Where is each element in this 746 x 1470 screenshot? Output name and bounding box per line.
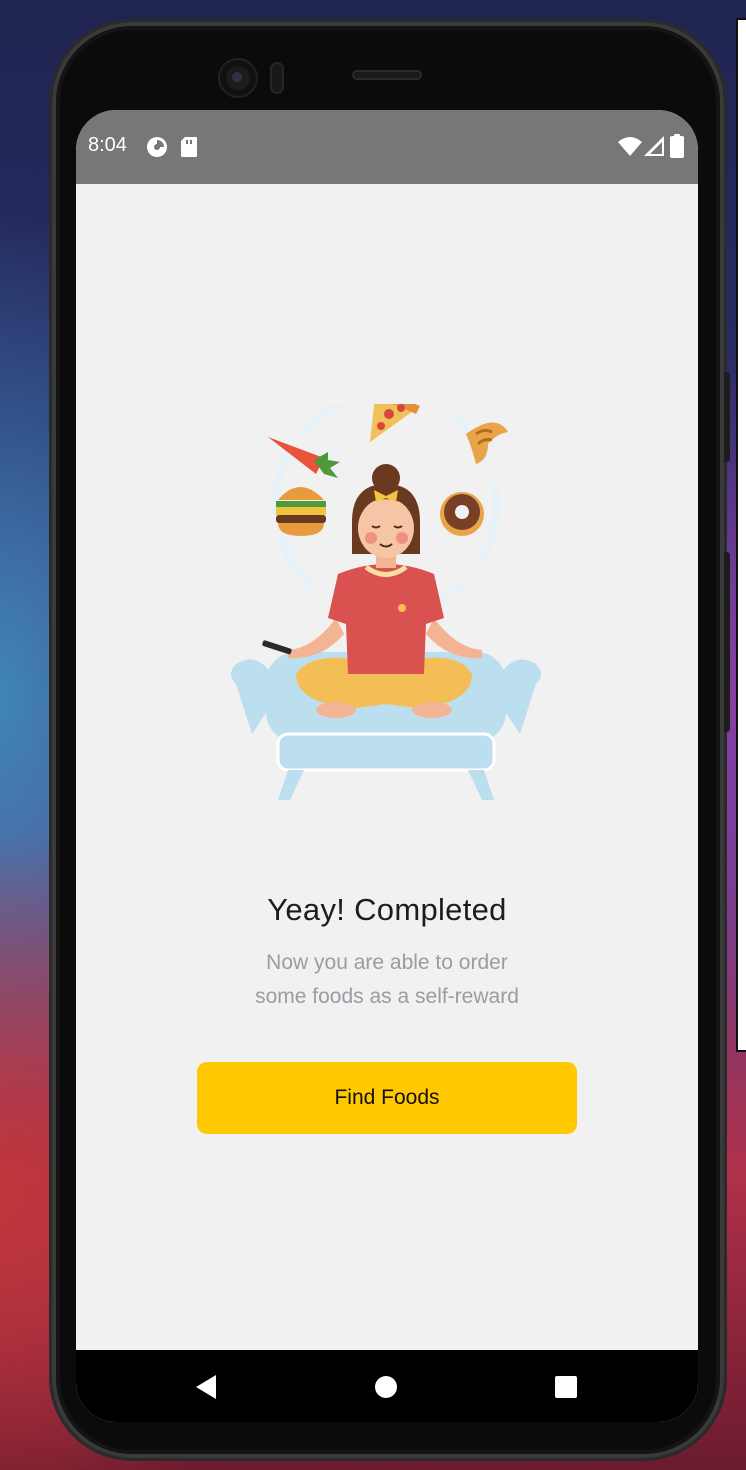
recents-icon[interactable] [548, 1370, 584, 1404]
back-icon[interactable] [188, 1370, 224, 1404]
page-title: Yeay! Completed [267, 892, 507, 927]
proximity-sensor [270, 62, 284, 94]
status-bar: 8:04 [76, 110, 698, 184]
donut-icon [440, 492, 484, 536]
volume-button [724, 372, 730, 462]
find-foods-button[interactable]: Find Foods [197, 1062, 577, 1134]
burger-icon [276, 487, 326, 536]
battery-icon [670, 134, 684, 163]
data-saver-icon [146, 136, 168, 163]
subtitle: Now you are able to order some foods as … [76, 946, 698, 1014]
earpiece-speaker [352, 70, 422, 80]
completion-screen: Yeay! Completed Now you are able to orde… [76, 184, 698, 1350]
subtitle-line-1: Now you are able to order [266, 951, 508, 974]
phone-screen: 8:04 Yeay! Completed Now you are able to… [76, 110, 698, 1422]
power-button [724, 552, 730, 732]
background-window-edge [736, 18, 746, 1052]
phone-frame: 8:04 Yeay! Completed Now you are able to… [52, 22, 730, 1458]
wifi-icon [618, 136, 642, 161]
home-icon[interactable] [368, 1370, 404, 1404]
meditating-woman-food-illustration [226, 388, 546, 844]
status-time: 8:04 [88, 134, 127, 156]
front-camera [220, 60, 256, 96]
navigation-bar [76, 1350, 698, 1422]
signal-icon [644, 136, 664, 161]
sd-card-icon [180, 136, 198, 163]
subtitle-line-2: some foods as a self-reward [255, 985, 519, 1008]
pizza-icon [370, 388, 420, 442]
